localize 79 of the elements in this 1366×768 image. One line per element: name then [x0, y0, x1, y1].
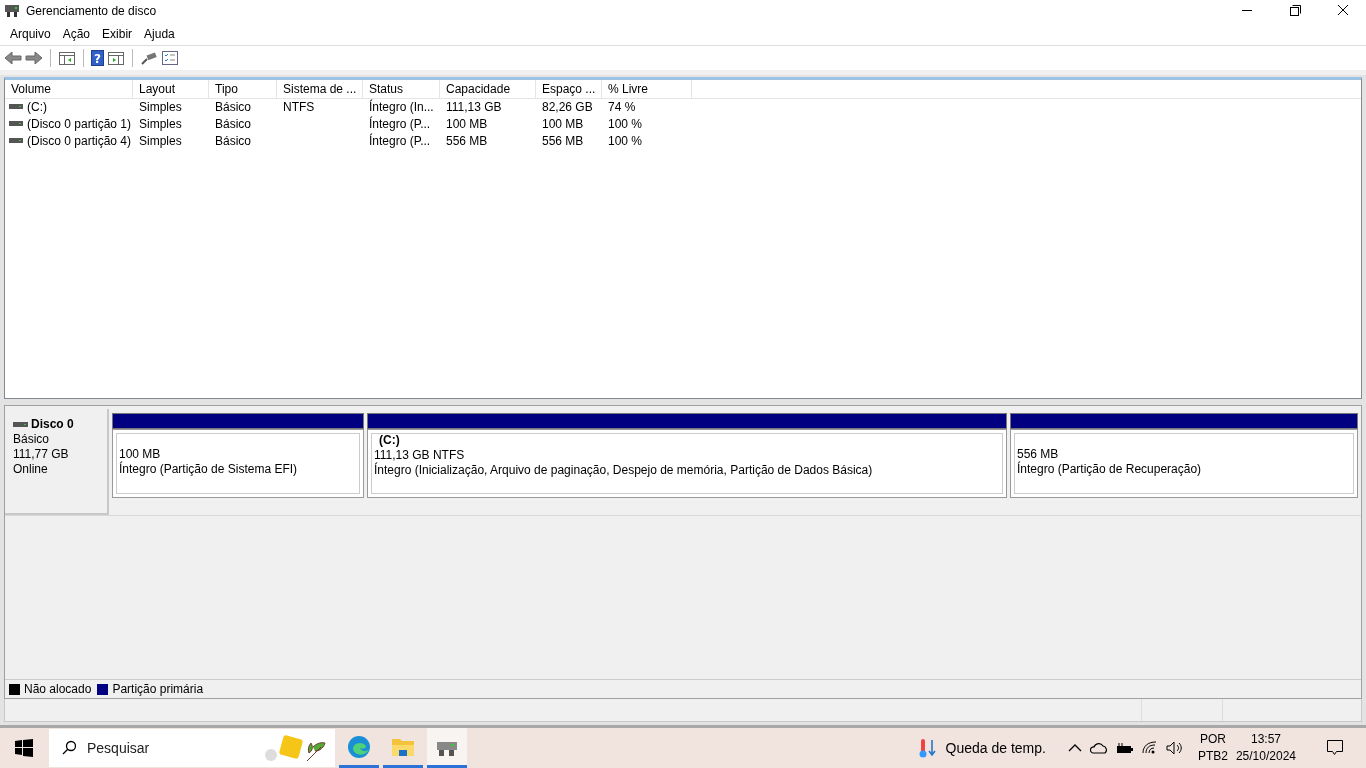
- disk-drive-icon: [4, 4, 20, 18]
- notification-icon[interactable]: [1326, 739, 1344, 757]
- drive-icon: [9, 137, 23, 144]
- column-header[interactable]: Sistema de ...: [277, 80, 363, 99]
- table-cell-text: Íntegro (P...: [368, 133, 432, 148]
- column-header[interactable]: Capacidade: [440, 80, 536, 99]
- browser-icon: [347, 734, 371, 759]
- partition-status: Íntegro (Partição de Recuperação): [1017, 462, 1203, 477]
- menu-item[interactable]: Arquivo: [4, 26, 57, 41]
- disk-type: Básico: [13, 432, 51, 447]
- checklist-icon[interactable]: [161, 50, 179, 66]
- battery-icon[interactable]: [1115, 742, 1134, 754]
- legend-label: Partição primária: [112, 682, 204, 696]
- panel-icon[interactable]: [107, 50, 125, 66]
- column-header[interactable]: Status: [363, 80, 440, 99]
- table-cell-text: 82,26 GB: [541, 99, 594, 114]
- column-header[interactable]: Layout: [133, 80, 209, 99]
- column-header[interactable]: Espaço ...: [536, 80, 602, 99]
- table-cell-text: Íntegro (In...: [368, 99, 435, 114]
- partition-size: 111,13 GB NTFS: [374, 448, 466, 462]
- table-cell-text: Básico: [214, 133, 253, 148]
- search-field[interactable]: Pesquisar: [49, 729, 335, 767]
- table-cell-text: 556 MB: [541, 133, 585, 148]
- partition-block[interactable]: 100 MB Íntegro (Partição de Sistema EFI): [112, 429, 364, 498]
- food-drawing: [263, 733, 329, 763]
- wifi-icon[interactable]: [1141, 741, 1158, 755]
- disk-status: Online: [13, 462, 49, 477]
- table-cell-text: Básico: [214, 116, 253, 131]
- clock[interactable]: 13:57 25/10/2024: [1235, 731, 1296, 765]
- chevron-up-icon[interactable]: [1067, 743, 1082, 753]
- table-cell-text: 100 %: [607, 116, 644, 131]
- menu-item[interactable]: Exibir: [96, 26, 139, 41]
- disk-label-panel[interactable]: Disco 0 Básico 111,77 GB Online: [5, 409, 109, 515]
- help-icon[interactable]: ?: [91, 50, 104, 66]
- partition-status: Íntegro (Partição de Sistema EFI): [119, 462, 299, 477]
- table-cell-text: Íntegro (P...: [368, 116, 432, 131]
- table-cell-text: Simples: [138, 133, 183, 148]
- table-cell-text: 74 %: [607, 99, 637, 114]
- language-indicator[interactable]: POR PTB2: [1197, 731, 1228, 765]
- speaker-icon[interactable]: [1165, 741, 1184, 755]
- start-button-icon[interactable]: [15, 739, 33, 757]
- window-title: Gerenciamento de disco: [26, 4, 158, 18]
- table-cell-text: Simples: [138, 116, 183, 131]
- cloud-icon[interactable]: [1089, 742, 1108, 754]
- plug-icon[interactable]: [140, 50, 158, 66]
- table-cell-text: 100 MB: [541, 116, 585, 131]
- table-cell-text: 100 MB: [445, 116, 489, 131]
- disk-name: Disco 0: [31, 417, 74, 432]
- partition-size: 100 MB: [119, 447, 162, 461]
- drive-icon: [9, 120, 23, 127]
- disk-drive-icon: [13, 421, 29, 428]
- menu-item[interactable]: Ajuda: [138, 26, 181, 41]
- panel-icon[interactable]: [58, 50, 76, 66]
- table-cell-text: Simples: [138, 99, 183, 114]
- table-cell[interactable]: (C:): [27, 99, 47, 114]
- table-cell[interactable]: (Disco 0 partição 1): [27, 116, 132, 131]
- partition-label: (C:): [378, 433, 401, 448]
- column-header[interactable]: Tipo: [209, 80, 277, 99]
- weather-text[interactable]: Queda de temp.: [945, 740, 1046, 756]
- column-header[interactable]: % Livre: [602, 80, 692, 99]
- table-cell-text: 111,13 GB: [445, 99, 503, 114]
- menu-item[interactable]: Ação: [56, 26, 97, 41]
- table-cell[interactable]: (Disco 0 partição 4): [27, 133, 132, 148]
- table-cell-text: NTFS: [282, 99, 316, 114]
- drive-icon: [9, 103, 23, 110]
- forward-icon[interactable]: [25, 50, 43, 66]
- legend-label: Não alocado: [24, 682, 92, 696]
- column-header[interactable]: Volume: [5, 80, 133, 99]
- partition-size: 556 MB: [1017, 447, 1060, 461]
- table-cell-text: Básico: [214, 99, 253, 114]
- partition-block[interactable]: (C:) 111,13 GB NTFS Íntegro (Inicialização, Arquivo de paginação, Despejo de memória, Partição de Dados Básica): [367, 429, 1007, 498]
- disk-size: 111,77 GB: [13, 447, 70, 462]
- taskbar-app-button[interactable]: [427, 728, 467, 768]
- search-icon: [61, 740, 77, 756]
- table-cell-text: 556 MB: [445, 133, 489, 148]
- back-icon[interactable]: [4, 50, 22, 66]
- partition-status: Íntegro (Inicialização, Arquivo de paginação, Despejo de memória, Partição de Dados Básica): [374, 463, 874, 478]
- partition-block[interactable]: 556 MB Íntegro (Partição de Recuperação): [1010, 429, 1358, 498]
- table-cell-text: 100 %: [607, 133, 644, 148]
